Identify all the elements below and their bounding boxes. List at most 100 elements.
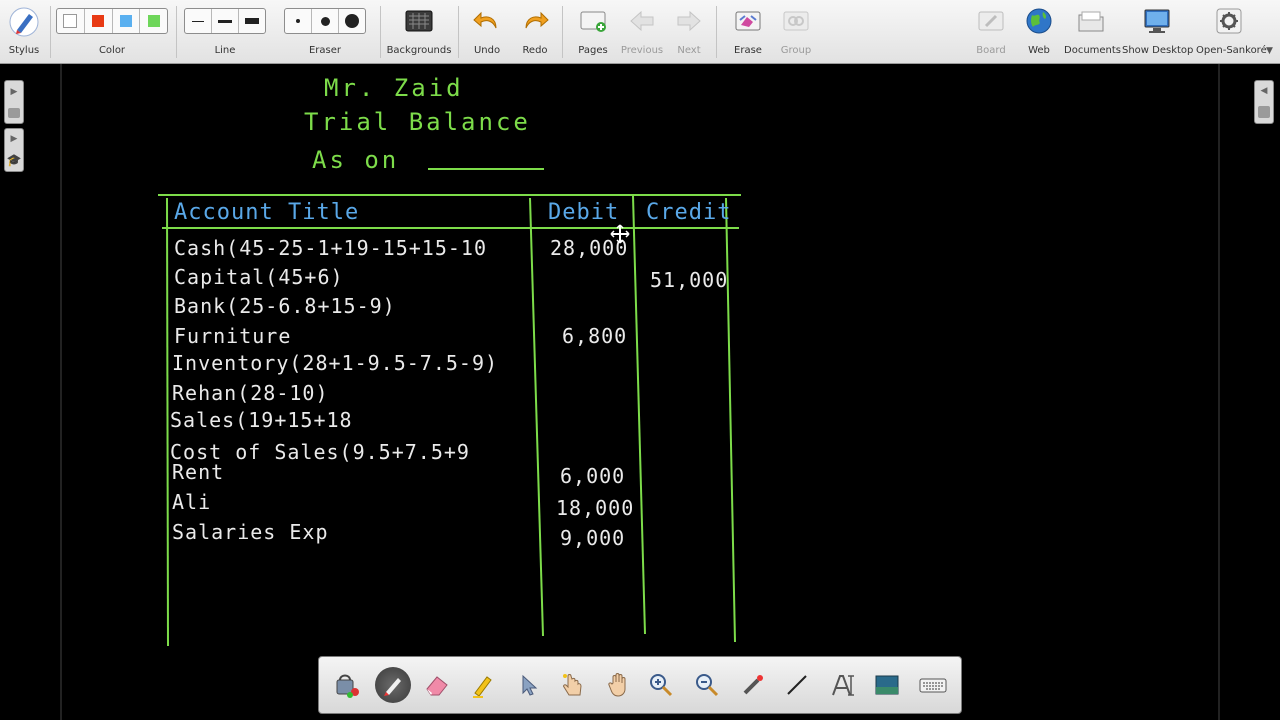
line-width-options — [184, 8, 266, 34]
graduation-cap-icon: 🎓 — [6, 152, 22, 167]
eraser-label: Eraser — [308, 45, 342, 56]
show-desktop-button[interactable]: Show Desktop — [1122, 4, 1193, 60]
laser-pointer-button[interactable] — [735, 667, 771, 703]
hand-tool-button[interactable] — [601, 667, 637, 703]
board-color-button[interactable] — [329, 667, 365, 703]
teacher-palette-tab[interactable]: ▶ 🎓 — [4, 128, 24, 172]
documents-button[interactable]: Documents — [1064, 4, 1122, 60]
toolbar-divider — [380, 6, 381, 58]
table-row-account: Sales(19+15+18 — [170, 408, 353, 432]
next-button[interactable]: Next — [668, 4, 710, 60]
line-thin-button[interactable] — [185, 9, 212, 33]
hand-icon — [608, 673, 626, 697]
screen-capture-icon — [875, 675, 899, 695]
eraser-small-button[interactable] — [285, 9, 312, 33]
library-icon — [8, 107, 20, 118]
line-thick-button[interactable] — [239, 9, 265, 33]
text-icon — [832, 675, 854, 696]
color-white-button[interactable] — [57, 9, 85, 33]
table-row-account: Ali — [172, 490, 212, 514]
next-label: Next — [677, 45, 701, 56]
line-label: Line — [214, 45, 236, 56]
stylus-icon — [8, 6, 40, 42]
toolbar-divider — [458, 6, 459, 58]
color-label: Color — [98, 45, 126, 56]
zoom-out-button[interactable] — [689, 667, 725, 703]
zoom-in-button[interactable] — [643, 667, 679, 703]
interact-tool-button[interactable] — [555, 667, 591, 703]
color-green-button[interactable] — [140, 9, 167, 33]
stylus-button[interactable]: Stylus — [4, 4, 44, 60]
table-row-account: Bank(25-6.8+15-9) — [174, 294, 396, 318]
highlighter-tool-button[interactable] — [465, 667, 501, 703]
toolbar-divider — [716, 6, 717, 58]
capture-tool-button[interactable] — [869, 667, 905, 703]
board-right-edge — [1218, 64, 1220, 720]
whiteboard-canvas[interactable]: Mr. Zaid Trial Balance As on Account Tit… — [62, 64, 1218, 720]
undo-button[interactable]: Undo — [466, 4, 508, 60]
virtual-keyboard-button[interactable] — [915, 667, 951, 703]
open-sankore-button[interactable]: Open-Sankoré — [1196, 4, 1267, 60]
dropdown-triangle-icon[interactable]: ▼ — [1266, 46, 1273, 56]
board-button[interactable]: Board — [972, 4, 1010, 60]
expand-left-icon: ◀ — [1260, 86, 1268, 96]
color-red-button[interactable] — [85, 9, 113, 33]
color-blue-button[interactable] — [113, 9, 141, 33]
redo-icon — [520, 6, 550, 40]
selector-tool-button[interactable] — [511, 667, 547, 703]
backgrounds-button[interactable]: Backgrounds — [386, 4, 452, 60]
previous-button[interactable]: Previous — [618, 4, 666, 60]
toolbar-divider — [562, 6, 563, 58]
arrow-right-icon — [674, 6, 704, 40]
pages-thumbnail-icon — [1258, 106, 1270, 118]
highlighter-icon — [473, 676, 492, 698]
zoom-out-icon — [696, 674, 719, 697]
web-button[interactable]: Web — [1020, 4, 1058, 60]
laser-pointer-icon — [743, 675, 763, 695]
gear-icon — [1214, 6, 1244, 40]
pointing-hand-icon — [563, 674, 582, 696]
eraser-group: Eraser — [284, 4, 366, 60]
zoom-in-icon — [650, 674, 673, 697]
erase-label: Erase — [734, 45, 762, 56]
line-medium-button[interactable] — [212, 9, 239, 33]
right-palette-tab[interactable]: ◀ — [1254, 80, 1274, 124]
erase-button[interactable]: Erase — [726, 4, 770, 60]
text-tool-button[interactable] — [825, 667, 861, 703]
erase-board-icon — [733, 6, 763, 40]
toolbar-divider — [176, 6, 177, 58]
group-button[interactable]: Group — [774, 4, 818, 60]
eraser-tool-button[interactable] — [419, 667, 455, 703]
paint-bucket-icon — [336, 674, 359, 698]
folder-icon — [1076, 6, 1106, 40]
board-icon — [976, 6, 1006, 40]
color-group: Color — [56, 4, 168, 60]
expand-right-icon: ▶ — [10, 133, 18, 144]
expand-right-icon: ▶ — [10, 86, 18, 97]
pages-label: Pages — [578, 45, 608, 56]
redo-button[interactable]: Redo — [514, 4, 556, 60]
arrow-pointer-icon — [522, 674, 538, 696]
add-page-icon — [578, 6, 608, 40]
pages-button[interactable]: Pages — [570, 4, 616, 60]
table-row-account: Rehan(28-10) — [172, 381, 329, 405]
line-tool-button[interactable] — [779, 667, 815, 703]
open-sankore-label: Open-Sankoré — [1196, 45, 1267, 56]
documents-label: Documents — [1064, 45, 1122, 56]
table-row-account: Salaries Exp — [172, 520, 329, 544]
line-icon — [787, 675, 807, 695]
backgrounds-icon — [404, 6, 434, 40]
undo-label: Undo — [473, 45, 501, 56]
line-group: Line — [184, 4, 266, 60]
pen-tool-button[interactable] — [375, 667, 411, 703]
toolbar-divider — [50, 6, 51, 58]
eraser-large-button[interactable] — [339, 9, 365, 33]
table-row-account: Capital(45+6) — [174, 265, 344, 289]
group-icon — [781, 6, 811, 40]
board-label: Board — [976, 45, 1006, 56]
library-palette-tab[interactable]: ▶ — [4, 80, 24, 124]
header-credit: Credit — [646, 200, 732, 225]
eraser-medium-button[interactable] — [312, 9, 339, 33]
redo-label: Redo — [522, 45, 548, 56]
stylus-palette — [318, 656, 962, 714]
